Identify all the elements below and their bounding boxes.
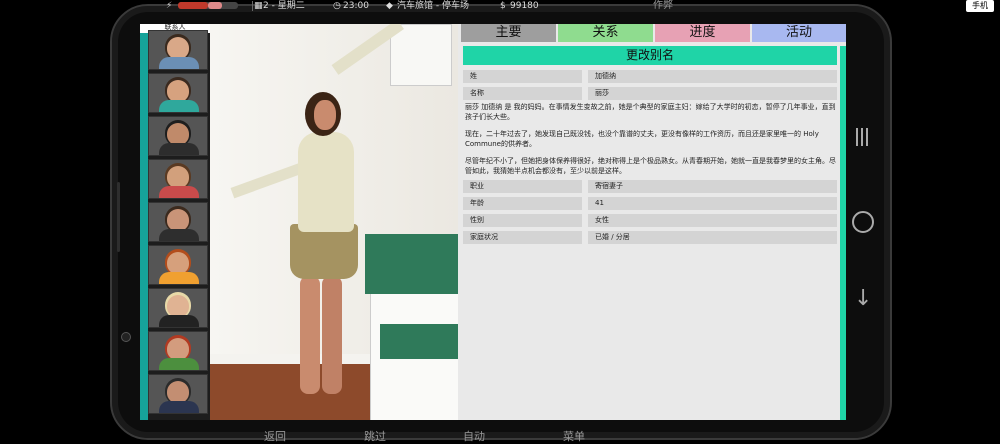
contact-shirt xyxy=(159,358,199,370)
contact-shirt xyxy=(159,401,199,413)
character-top xyxy=(298,132,354,232)
tab-main[interactable]: 主要 xyxy=(461,24,556,42)
character-leg xyxy=(300,276,320,394)
field-row-family-status: 家庭状况 已婚 / 分居 xyxy=(463,231,837,244)
contact-avatar xyxy=(167,80,189,102)
calendar-icon: ▦ xyxy=(254,1,263,11)
field-row-surname: 姓 加德纳 xyxy=(463,70,837,83)
field-key: 性别 xyxy=(463,214,582,227)
countertop xyxy=(365,234,458,294)
camera-icon xyxy=(121,332,131,342)
contact-item[interactable] xyxy=(148,374,208,414)
top-status-bar: ⚡ ▦ 2 - 星期二 ◷ 23:00 ◆ 汽车旅馆 - 停车场 $ 99180… xyxy=(0,0,1000,12)
panel-accent-strip xyxy=(840,46,846,420)
tab-progress[interactable]: 进度 xyxy=(655,24,750,42)
money-icon: $ xyxy=(500,1,506,11)
contact-item[interactable] xyxy=(148,30,208,70)
contact-shirt xyxy=(159,272,199,284)
field-row-name: 名称 丽莎 xyxy=(463,87,837,100)
contact-avatar xyxy=(167,166,189,188)
floor xyxy=(210,364,370,420)
profile-panel: 主要 关系 进度 活动 更改别名 姓 加德纳 名称 丽莎 丽莎 加德纳 是 我的… xyxy=(458,24,846,420)
field-value: 寄宿妻子 xyxy=(588,180,837,193)
contact-avatar xyxy=(167,37,189,59)
bio-paragraph: 丽莎 加德纳 是 我的妈妈。在事情发生变故之前，她是个典型的家庭主妇：嫁给了大学… xyxy=(465,103,836,121)
field-key: 职业 xyxy=(463,180,582,193)
tab-activities[interactable]: 活动 xyxy=(752,24,846,42)
field-key: 年龄 xyxy=(463,197,582,210)
contact-shirt xyxy=(159,229,199,241)
contact-shirt xyxy=(159,100,199,112)
field-row-occupation: 职业 寄宿妻子 xyxy=(463,180,837,193)
recent-apps-icon[interactable] xyxy=(856,128,870,150)
contact-item[interactable] xyxy=(148,288,208,328)
contact-item[interactable] xyxy=(148,116,208,156)
field-key: 名称 xyxy=(463,87,582,100)
down-arrow-icon[interactable]: ↓ xyxy=(854,288,872,310)
time-label: 23:00 xyxy=(343,1,369,11)
lightning-icon: ⚡ xyxy=(166,1,173,11)
money-label: 99180 xyxy=(510,1,539,11)
auto-button[interactable]: 自动 xyxy=(463,428,485,444)
character-portrait xyxy=(210,24,458,420)
skip-button[interactable]: 跳过 xyxy=(364,428,386,444)
contact-avatar xyxy=(167,252,189,274)
character-face xyxy=(314,100,336,130)
field-value: 41 xyxy=(588,197,837,210)
character-skirt xyxy=(290,224,358,279)
contact-avatar xyxy=(167,295,189,317)
field-value: 女性 xyxy=(588,214,837,227)
selection-strip xyxy=(140,24,148,420)
contact-shirt xyxy=(159,186,199,198)
contact-item[interactable] xyxy=(148,202,208,242)
field-key: 姓 xyxy=(463,70,582,83)
contact-avatar xyxy=(167,123,189,145)
home-circle-icon[interactable] xyxy=(852,211,874,233)
contact-item[interactable] xyxy=(148,245,208,285)
tab-relationship[interactable]: 关系 xyxy=(558,24,653,42)
character-bio: 丽莎 加德纳 是 我的妈妈。在事情发生变故之前，她是个典型的家庭主妇：嫁给了大学… xyxy=(465,102,837,183)
countertop-lower xyxy=(380,324,458,359)
contact-avatar xyxy=(167,338,189,360)
field-value: 已婚 / 分居 xyxy=(588,231,837,244)
field-value: 丽莎 xyxy=(588,87,837,100)
phone-screen: 联系人 主要 关系 进度 活动 更改别名 姓 加德纳 名称 丽莎 丽莎 加德纳 … xyxy=(140,24,846,420)
field-value: 加德纳 xyxy=(588,70,837,83)
quick-menu: 返回 跳过 自动 菜单 xyxy=(0,428,1000,444)
field-key: 家庭状况 xyxy=(463,231,582,244)
contact-item[interactable] xyxy=(148,73,208,113)
character-leg xyxy=(322,276,342,394)
contact-list: 联系人 xyxy=(140,24,210,420)
contact-shirt xyxy=(159,143,199,155)
contact-avatar xyxy=(167,381,189,403)
divider xyxy=(252,1,253,11)
contact-avatar xyxy=(167,209,189,231)
energy-bar xyxy=(208,2,222,9)
contact-item[interactable] xyxy=(148,331,208,371)
phone-side-button xyxy=(117,182,120,252)
location-label: 汽车旅馆 - 停车场 xyxy=(397,1,469,11)
bio-paragraph: 尽管年纪不小了，但她把身体保养得很好，绝对称得上是个极品熟女。从青春期开始，她就… xyxy=(465,157,836,175)
upper-cabinet xyxy=(390,24,452,86)
clock-icon: ◷ xyxy=(333,1,341,11)
contact-shirt xyxy=(159,315,199,327)
health-bar xyxy=(178,2,208,9)
menu-button[interactable]: 菜单 xyxy=(563,428,585,444)
location-pin-icon: ◆ xyxy=(386,1,393,11)
rename-button[interactable]: 更改别名 xyxy=(463,46,837,65)
field-row-age: 年龄 41 xyxy=(463,197,837,210)
day-label: 2 - 星期二 xyxy=(263,1,305,11)
contact-shirt xyxy=(159,57,199,69)
phone-button[interactable]: 手机 xyxy=(966,0,994,12)
back-button[interactable]: 返回 xyxy=(264,428,286,444)
profile-tabs: 主要 关系 进度 活动 xyxy=(458,24,846,42)
cheat-button[interactable]: 作弊 xyxy=(653,0,673,12)
contact-item[interactable] xyxy=(148,159,208,199)
field-row-gender: 性别 女性 xyxy=(463,214,837,227)
bio-paragraph: 现在，二十年过去了，她发现自己既没钱，也没个靠谱的丈夫，更没有像样的工作资历，而… xyxy=(465,130,819,148)
